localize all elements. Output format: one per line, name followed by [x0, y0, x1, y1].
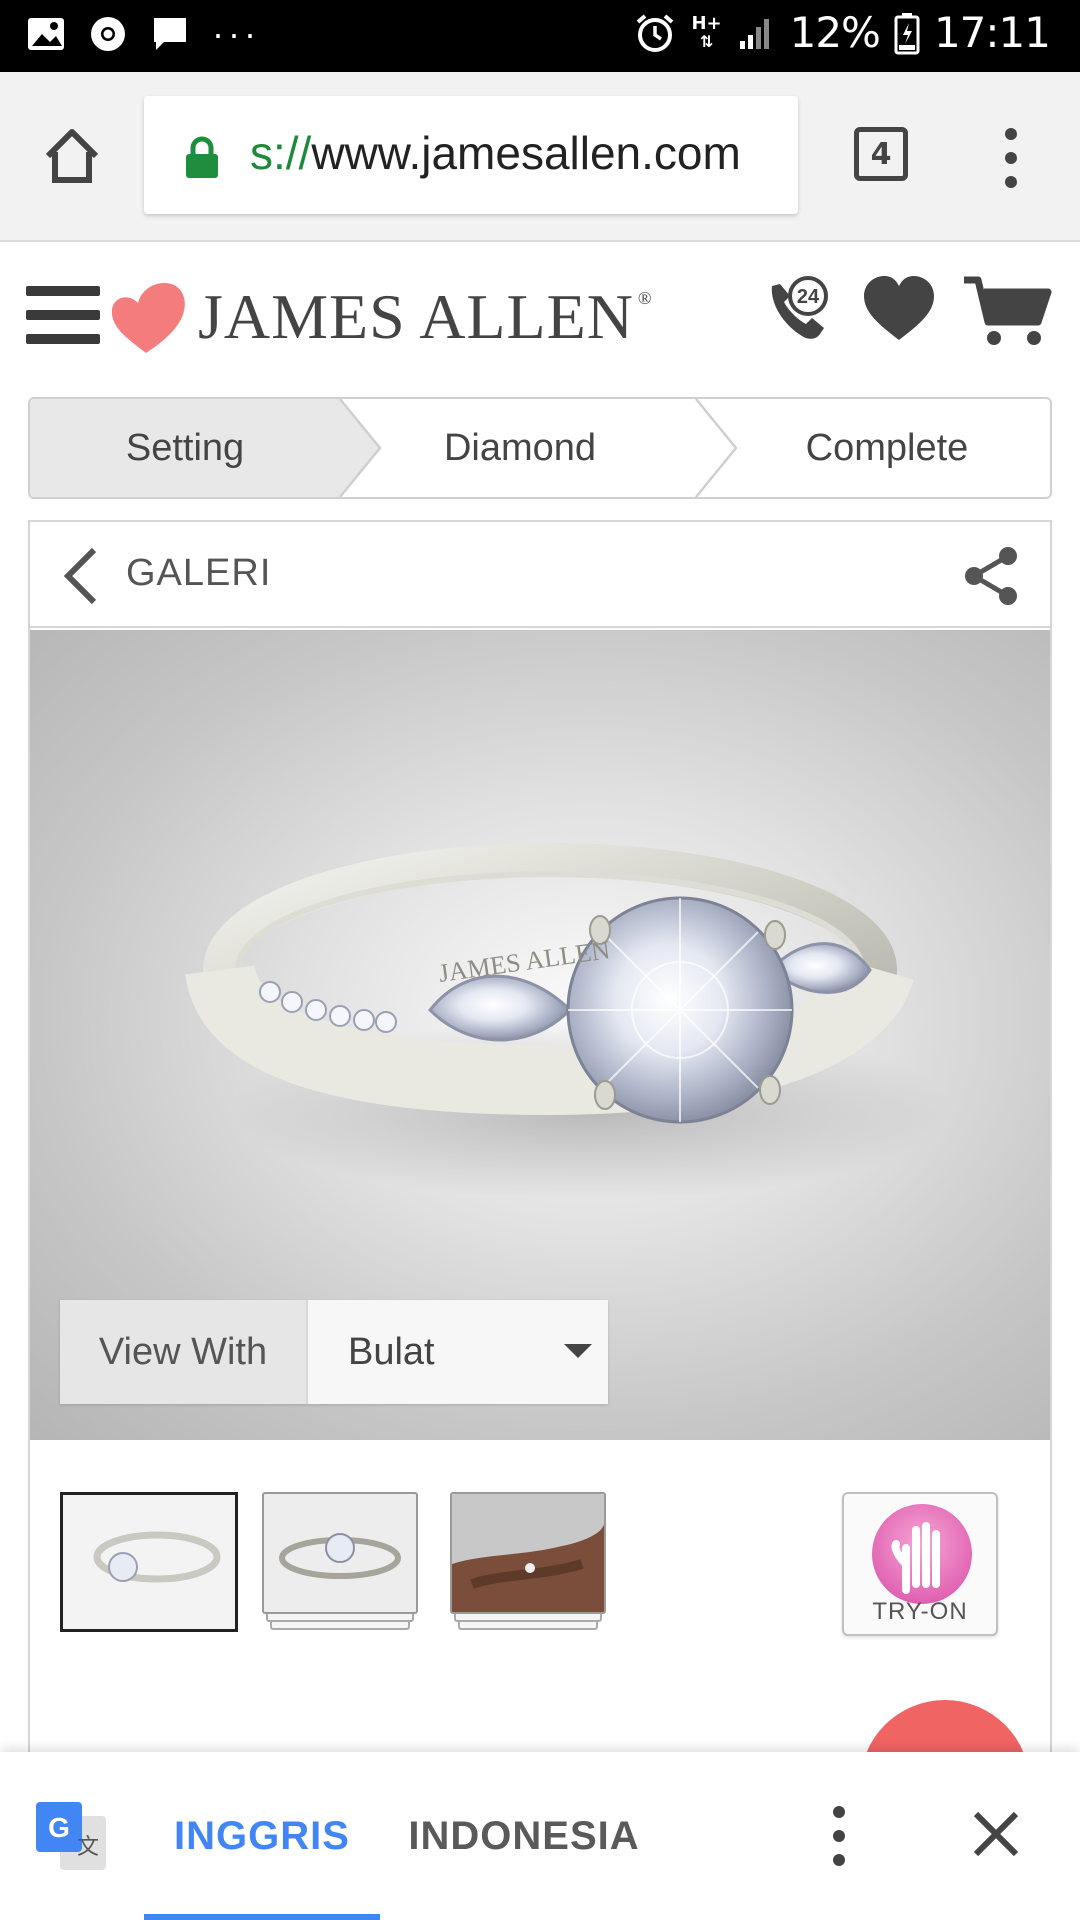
address-bar[interactable]: s://www.jamesallen.com — [144, 96, 798, 214]
site-header: JAMES ALLEN ® 24 — [0, 244, 1080, 384]
network-indicator: H+ ⇅ — [691, 12, 722, 51]
alarm-icon — [637, 13, 674, 52]
thumb-ring-image — [93, 1531, 221, 1583]
battery-icon — [894, 12, 920, 54]
thumb-hand-image — [452, 1494, 604, 1612]
step-complete[interactable]: Complete — [720, 399, 1050, 497]
browser-toolbar: s://www.jamesallen.com 4 — [0, 72, 1080, 242]
thumb-stack — [270, 1622, 410, 1630]
support-badge: 24 — [797, 286, 820, 308]
gallery-back-label[interactable]: GALERI — [126, 552, 271, 595]
thumbnail-hand-model[interactable] — [450, 1492, 606, 1614]
phone-24-icon[interactable]: 24 — [762, 272, 836, 346]
svg-text:文: 文 — [77, 1835, 99, 1860]
clock: 17:11 — [933, 8, 1051, 57]
browser-menu-icon[interactable] — [1004, 128, 1018, 188]
chrome-icon — [91, 17, 125, 51]
tab-switcher-button[interactable]: 4 — [854, 127, 908, 181]
cart-icon[interactable] — [962, 274, 1054, 348]
battery-percent: 12% — [789, 8, 881, 57]
view-with-label: View With — [60, 1300, 306, 1404]
heart-logo-icon — [111, 283, 185, 353]
share-icon[interactable] — [962, 546, 1020, 606]
brand-name: JAMES ALLEN ® — [198, 281, 653, 352]
gallery-icon — [28, 18, 64, 50]
tab-source-language[interactable]: INGGRIS — [144, 1752, 380, 1920]
svg-text:G: G — [48, 1812, 70, 1843]
translate-menu-icon[interactable] — [832, 1806, 846, 1866]
try-on-button[interactable]: TRY-ON — [842, 1492, 998, 1636]
thumb-stack — [454, 1614, 602, 1622]
caret-down-icon — [564, 1344, 592, 1358]
thumbnail-ring-front[interactable] — [262, 1492, 418, 1614]
step-diamond[interactable]: Diamond — [360, 399, 680, 497]
thumbnail-strip: TRY-ON — [30, 1462, 1050, 1662]
view-with-control: View With Bulat — [60, 1300, 608, 1404]
try-on-hand-icon — [872, 1504, 972, 1604]
try-on-label: TRY-ON — [872, 1598, 968, 1625]
thumb-stack — [458, 1622, 598, 1630]
translate-bar: G文 INGGRIS INDONESIA — [0, 1752, 1080, 1920]
build-steps: Setting Diamond Complete — [28, 397, 1052, 499]
diamond-shape-dropdown[interactable]: Bulat — [306, 1300, 608, 1404]
lock-icon — [186, 136, 218, 178]
gallery-panel: GALERI JAMES ALLEN View With Bulat TRY-O… — [28, 520, 1052, 1760]
home-icon[interactable] — [40, 124, 104, 188]
wishlist-heart-icon[interactable] — [862, 274, 936, 344]
thumb-stack — [266, 1614, 414, 1622]
more-icon: ··· — [212, 13, 260, 54]
google-translate-icon[interactable]: G文 — [36, 1802, 108, 1872]
brand-logo[interactable]: JAMES ALLEN ® — [108, 272, 653, 362]
back-chevron-icon[interactable] — [60, 546, 100, 606]
thumbnail-ring-angle[interactable] — [60, 1492, 238, 1632]
url-text: s://www.jamesallen.com — [250, 127, 741, 179]
thumb-ring-front-image — [279, 1533, 401, 1579]
close-icon[interactable] — [972, 1810, 1020, 1858]
step-setting[interactable]: Setting — [30, 399, 340, 497]
message-icon — [154, 18, 186, 50]
signal-icon — [739, 18, 769, 49]
active-tab-indicator — [144, 1914, 380, 1920]
tab-target-language[interactable]: INDONESIA — [400, 1752, 648, 1920]
hamburger-menu-icon[interactable] — [26, 286, 100, 344]
status-bar: ··· H+ ⇅ 12% 17:11 — [0, 0, 1080, 72]
gallery-header: GALERI — [30, 522, 1050, 628]
product-main-image[interactable]: JAMES ALLEN View With Bulat — [30, 630, 1050, 1440]
